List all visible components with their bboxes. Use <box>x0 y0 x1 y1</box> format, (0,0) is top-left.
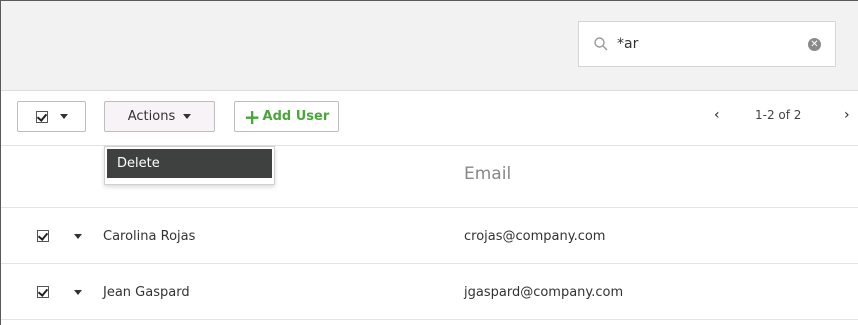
search-icon <box>594 37 608 51</box>
top-bar: ✕ <box>1 1 858 91</box>
pagination-label: 1-2 of 2 <box>755 108 802 122</box>
actions-menu: Delete <box>104 146 275 185</box>
row-menu-caret-icon[interactable] <box>74 234 82 239</box>
search-box[interactable]: ✕ <box>578 21 836 67</box>
user-email: crojas@company.com <box>464 229 606 244</box>
add-user-label: Add User <box>262 109 330 124</box>
add-user-button[interactable]: + Add User <box>234 101 339 132</box>
row-checkbox[interactable] <box>37 286 49 298</box>
chevron-down-icon <box>183 114 192 119</box>
user-name: Jean Gaspard <box>103 285 190 300</box>
select-all-checkbox[interactable] <box>35 110 48 123</box>
row-menu-caret-icon[interactable] <box>74 290 82 295</box>
search-input[interactable] <box>617 33 797 55</box>
actions-label: Actions <box>127 109 176 124</box>
chevron-down-icon <box>59 114 68 119</box>
row-checkbox[interactable] <box>37 230 49 242</box>
select-all-dropdown[interactable] <box>17 101 86 132</box>
actions-button[interactable]: Actions <box>104 101 215 132</box>
table-row[interactable]: Jean Gaspard jgaspard@company.com <box>1 264 858 320</box>
column-header-email[interactable]: Email <box>464 164 511 184</box>
menu-item-delete[interactable]: Delete <box>107 149 272 178</box>
toolbar: Actions + Add User ‹ 1-2 of 2 › <box>1 91 858 146</box>
previous-page-icon[interactable]: ‹ <box>714 107 720 123</box>
clear-search-icon[interactable]: ✕ <box>808 38 821 51</box>
user-name: Carolina Rojas <box>103 229 196 244</box>
user-email: jgaspard@company.com <box>464 285 624 300</box>
table-row[interactable]: Carolina Rojas crojas@company.com <box>1 208 858 264</box>
next-page-icon[interactable]: › <box>844 107 850 123</box>
plus-icon: + <box>243 104 261 129</box>
